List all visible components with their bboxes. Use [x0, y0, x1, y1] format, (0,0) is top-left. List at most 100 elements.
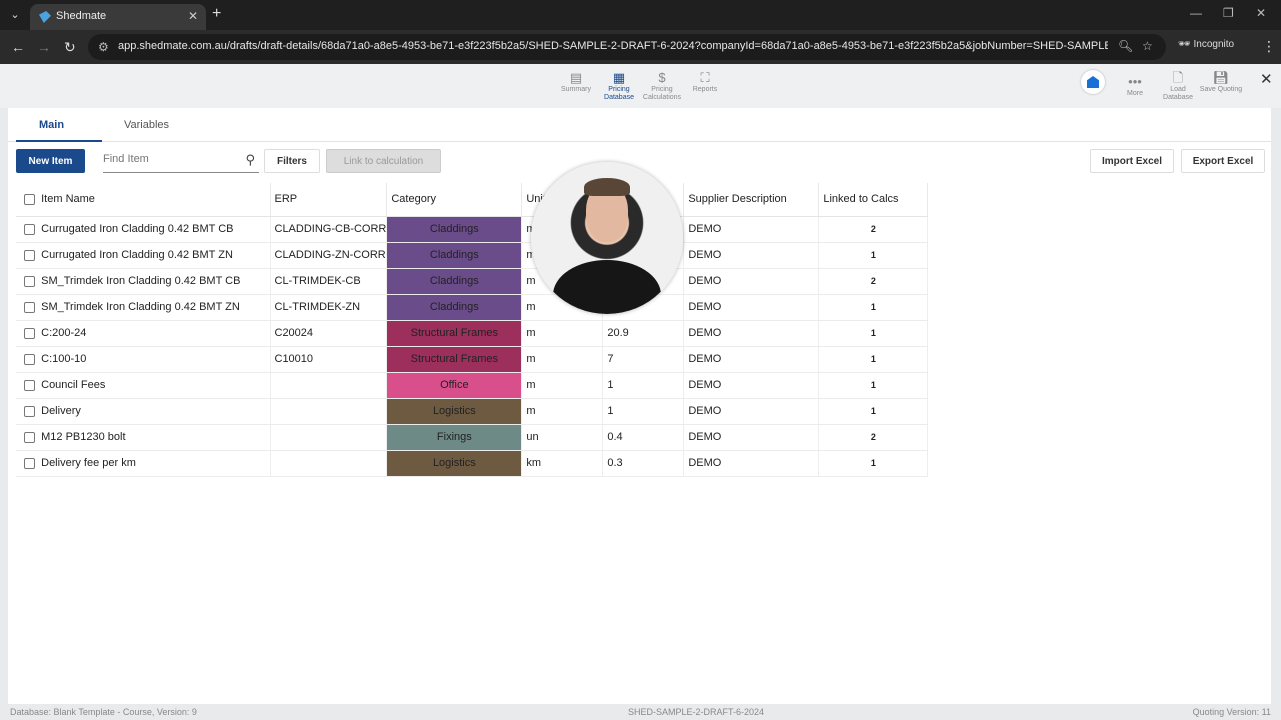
header-supplier-description[interactable]: Supplier Description [683, 183, 820, 217]
linked-cell: 1 [818, 320, 929, 347]
table-row[interactable]: SM_Trimdek Iron Cladding 0.42 BMT CB CL-T… [16, 268, 929, 295]
save-quoting-label: Save Quoting [1199, 86, 1243, 93]
header-category[interactable]: Category [386, 183, 523, 217]
table-row[interactable]: Council Fees Office m 1 DEMO 1 [16, 372, 929, 399]
row-checkbox[interactable] [24, 457, 35, 469]
erp-cell [270, 372, 388, 399]
reports-tool[interactable]: ⛶ Reports [682, 70, 728, 94]
pricing-database-tool[interactable]: ▦ Pricing Database [596, 70, 642, 102]
item-name-cell: C:200-24 [16, 320, 271, 347]
row-checkbox[interactable] [24, 405, 35, 417]
browser-menu-icon[interactable]: ⋮ [1262, 38, 1276, 55]
webcam-overlay [531, 162, 683, 314]
row-checkbox[interactable] [24, 275, 35, 287]
row-checkbox[interactable] [24, 327, 35, 339]
supplier-cell: DEMO [683, 372, 820, 399]
more-tool[interactable]: ••• More [1112, 74, 1158, 98]
window-close-icon[interactable]: ✕ [1256, 6, 1266, 20]
table-row[interactable]: Currugated Iron Cladding 0.42 BMT CB CLAD… [16, 216, 929, 243]
row-checkbox[interactable] [24, 249, 35, 261]
forward-icon[interactable]: → [37, 39, 51, 55]
browser-tab-bar: ⌄ Shedmate ✕ + — ❐ ✕ [0, 0, 1281, 30]
tab-main[interactable]: Main [39, 119, 64, 131]
supplier-cell: DEMO [683, 268, 820, 295]
item-name-cell: M12 PB1230 bolt [16, 424, 271, 451]
row-checkbox[interactable] [24, 353, 35, 365]
incognito-indicator[interactable]: 🕶︎ Incognito [1178, 39, 1234, 50]
price-cell: 20.9 [602, 320, 685, 347]
bookmark-star-icon[interactable]: ☆ [1142, 39, 1153, 53]
pricing-calculations-tool[interactable]: $ Pricing Calculations [639, 70, 685, 102]
url-field[interactable]: ⚙ app.shedmate.com.au/drafts/draft-detai… [88, 34, 1166, 60]
price-cell: 7 [602, 346, 685, 373]
price-cell: 0.4 [602, 424, 685, 451]
search-icon[interactable]: ⚲ [245, 152, 255, 168]
unit-cell: km [521, 450, 604, 477]
reload-icon[interactable]: ↻ [64, 39, 76, 56]
table-header-row: Item Name ERP Category Unit Supplier Des… [16, 183, 929, 217]
erp-cell [270, 424, 388, 451]
search-input[interactable] [103, 153, 233, 165]
row-checkbox[interactable] [24, 379, 35, 391]
new-tab-icon[interactable]: + [212, 5, 221, 23]
row-checkbox[interactable] [24, 301, 35, 313]
header-linked-to-calcs[interactable]: Linked to Calcs [818, 183, 929, 217]
table-row[interactable]: C:100-10 C10010 Structural Frames m 7 DEMO 1 [16, 346, 929, 373]
tab-variables[interactable]: Variables [124, 119, 169, 131]
summary-tool[interactable]: ▤ Summary [553, 70, 599, 94]
erp-cell: CL-TRIMDEK-CB [270, 268, 388, 295]
table-row[interactable]: Currugated Iron Cladding 0.42 BMT ZN CLAD… [16, 242, 929, 269]
supplier-cell: DEMO [683, 424, 820, 451]
header-item-name[interactable]: Item Name [16, 183, 271, 217]
unit-cell: m [521, 320, 604, 347]
table-row[interactable]: M12 PB1230 bolt Fixings un 0.4 DEMO 2 [16, 424, 929, 451]
item-name: Delivery fee per km [41, 457, 136, 469]
close-tab-icon[interactable]: ✕ [188, 9, 198, 23]
tab-search-icon[interactable]: ⌄ [6, 6, 24, 24]
table-row[interactable]: Delivery fee per km Logistics km 0.3 DEMO 1 [16, 450, 929, 477]
export-excel-button[interactable]: Export Excel [1181, 149, 1265, 173]
document-icon: ▤ [569, 70, 583, 85]
filters-button[interactable]: Filters [264, 149, 320, 173]
minimize-icon[interactable]: — [1190, 6, 1202, 20]
header-erp[interactable]: ERP [270, 183, 388, 217]
supplier-cell: DEMO [683, 450, 820, 477]
zoom-icon[interactable]: 🔍︎ [1118, 39, 1133, 53]
row-checkbox[interactable] [24, 223, 35, 235]
item-name: M12 PB1230 bolt [41, 431, 126, 443]
table-row[interactable]: Delivery Logistics m 1 DEMO 1 [16, 398, 929, 425]
shedmate-logo-icon [1081, 70, 1105, 94]
linked-cell: 1 [818, 294, 929, 321]
erp-cell [270, 450, 388, 477]
category-cell: Claddings [386, 294, 523, 321]
more-dots-icon: ••• [1128, 74, 1142, 89]
presenter-hair [584, 178, 630, 196]
address-bar: ← → ↻ ⚙ app.shedmate.com.au/drafts/draft… [0, 30, 1281, 64]
supplier-cell: DEMO [683, 242, 820, 269]
import-excel-button[interactable]: Import Excel [1090, 149, 1174, 173]
shedmate-favicon-icon [39, 11, 51, 23]
category-cell: Claddings [386, 268, 523, 295]
link-to-calculation-button[interactable]: Link to calculation [326, 149, 441, 173]
row-checkbox[interactable] [24, 431, 35, 443]
load-file-icon: 🗋 [1172, 70, 1184, 85]
restore-icon[interactable]: ❐ [1223, 6, 1234, 20]
linked-cell: 2 [818, 268, 929, 295]
save-quoting-tool[interactable]: 💾︎ Save Quoting [1198, 70, 1244, 94]
back-icon[interactable]: ← [11, 39, 25, 55]
site-settings-icon[interactable]: ⚙ [98, 40, 109, 54]
item-name-cell: Delivery [16, 398, 271, 425]
item-name: C:100-10 [41, 353, 87, 365]
tab-title: Shedmate [56, 10, 107, 22]
close-icon[interactable]: ✕ [1260, 70, 1273, 88]
load-database-tool[interactable]: 🗋 Load Database [1155, 70, 1201, 102]
select-all-checkbox[interactable] [24, 193, 35, 205]
browser-tab[interactable]: Shedmate ✕ [30, 4, 206, 30]
category-cell: Structural Frames [386, 320, 523, 347]
new-item-button[interactable]: New Item [16, 149, 85, 173]
table-row[interactable]: SM_Trimdek Iron Cladding 0.42 BMT ZN CL-T… [16, 294, 929, 321]
url-text: app.shedmate.com.au/drafts/draft-details… [118, 40, 1108, 52]
load-database-label: Load Database [1163, 86, 1193, 101]
table-row[interactable]: C:200-24 C20024 Structural Frames m 20.9 DEMO… [16, 320, 929, 347]
subtabs: Main Variables [8, 108, 1271, 142]
